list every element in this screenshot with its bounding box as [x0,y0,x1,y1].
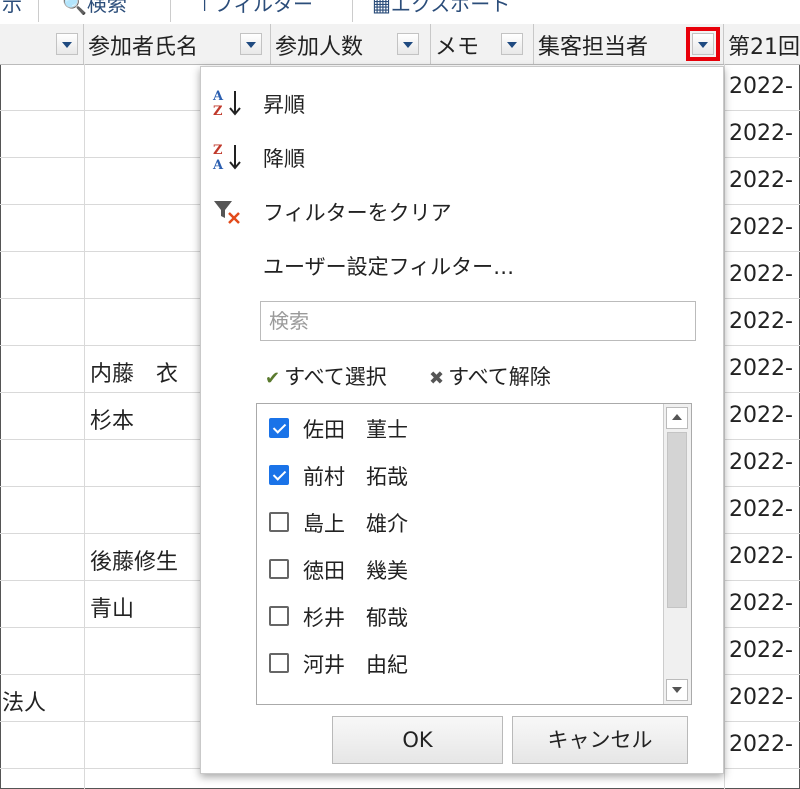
filter-list-item[interactable]: 徳田 幾美 [257,549,657,595]
deselect-all-label: すべて解除 [448,365,551,389]
participant-name-cell: 青山 [90,597,135,622]
toolbar-export-label: エクスポート [390,0,511,16]
toolbar-filter-label: フィルター [213,0,314,16]
scroll-up-arrow-icon[interactable] [666,407,688,429]
column-filter-dropdown[interactable] [397,33,419,55]
select-all-button[interactable]: ✔ すべて選択 [265,361,387,391]
select-all-label: すべて選択 [284,365,387,389]
column-header-participant-count[interactable]: 参加人数 [271,24,431,64]
ok-button[interactable]: OK [332,716,503,764]
svg-text:Z: Z [213,104,223,119]
filter-list-item[interactable]: 佐田 菫士 [257,408,657,454]
check-icon: ✔ [265,368,281,389]
filter-item-label: 前村 拓哉 [303,465,408,489]
column-label: 第21回 [728,35,800,60]
sort-ascending-icon: A Z [212,89,241,119]
column-filter-dropdown[interactable] [240,33,262,55]
deselect-all-button[interactable]: ✖ すべて解除 [429,361,551,391]
svg-text:A: A [212,89,224,104]
participant-name-cell: 内藤 衣 [90,362,179,387]
toolbar-search-button[interactable]: 🔍検索 [62,0,127,17]
toolbar-filter-button[interactable]: ⊤フィルター [196,0,313,17]
checkbox-unchecked[interactable] [269,512,289,532]
date-cell: 2022- [729,685,793,710]
clear-filter-item[interactable]: フィルターをクリア [201,189,721,233]
checkbox-checked[interactable] [269,465,289,485]
scrollbar-thumb[interactable] [667,432,687,608]
checkbox-unchecked[interactable] [269,559,289,579]
column-header-participant-name[interactable]: 参加者氏名 [84,24,271,64]
column-label: 参加人数 [275,35,364,60]
date-cell: 2022- [729,121,793,146]
toolbar-export-button[interactable]: ▦エクスポート [372,0,510,17]
date-cell: 2022- [729,497,793,522]
toolbar-divider [170,0,171,22]
filter-item-label: 河井 由紀 [303,653,408,677]
scroll-down-arrow-icon[interactable] [666,679,688,701]
column-label: メモ [435,35,480,60]
date-cell: 2022- [729,356,793,381]
date-cell: 2022- [729,591,793,616]
scrollbar[interactable] [663,404,691,704]
filter-list-item[interactable]: 河井 由紀 [257,643,657,689]
filter-item-label: 島上 雄介 [303,512,408,536]
toolbar: 示 🔍検索 ⊤フィルター ▦エクスポート [0,0,800,25]
column-header-memo[interactable]: メモ [431,24,534,64]
cancel-button[interactable]: キャンセル [512,716,688,764]
clear-filter-label: フィルターをクリア [263,201,452,225]
cross-icon: ✖ [429,368,445,389]
sort-descending-label: 降順 [263,147,305,171]
filter-list-item[interactable]: 島上 雄介 [257,502,657,548]
column-filter-dropdown[interactable] [501,33,523,55]
column-label: 参加者氏名 [88,35,199,60]
column-header-0[interactable] [0,24,84,64]
date-cell: 2022- [729,309,793,334]
checkbox-unchecked[interactable] [269,606,289,626]
date-cell: 2022- [729,168,793,193]
filter-popup: A Z 昇順 Z A 降順 フィルターをクリア ユーザー設定フィルター… ✔すべ… [200,66,724,774]
date-cell: 2022- [729,638,793,663]
column-filter-dropdown[interactable] [56,33,78,55]
filter-value-list: 佐田 菫士前村 拓哉島上 雄介徳田 幾美杉井 郁哉河井 由紀 [256,403,692,705]
column-header-21st[interactable]: 第21回 [724,24,800,64]
filter-icon: ⊤ [196,0,214,16]
date-cell: 2022- [729,450,793,475]
date-cell: 2022- [729,262,793,287]
excel-icon: ▦ [372,0,391,16]
custom-filter-item[interactable]: ユーザー設定フィルター… [201,243,721,287]
column-header-sales-rep[interactable]: 集客担当者 [534,24,724,64]
toolbar-item-display[interactable]: 示 [2,0,22,17]
clear-filter-icon [214,201,240,224]
filter-item-label: 佐田 菫士 [303,418,408,442]
date-cell: 2022- [729,74,793,99]
left-cell: 法人 [2,691,47,716]
grid-header: 参加者氏名 参加人数 メモ 集客担当者 第21回 [0,24,800,65]
date-cell: 2022- [729,215,793,240]
filter-list-item[interactable]: 前村 拓哉 [257,455,657,501]
filter-list-item[interactable]: 杉井 郁哉 [257,596,657,642]
svg-text:Z: Z [213,143,223,158]
svg-text:A: A [212,158,224,173]
column-label: 集客担当者 [538,35,649,60]
checkbox-checked[interactable] [269,418,289,438]
date-cell: 2022- [729,544,793,569]
toolbar-divider [352,0,353,22]
sort-descending-icon: Z A [212,143,241,173]
filter-search-input[interactable] [260,301,696,341]
participant-name-cell: 後藤修生 [90,550,179,575]
custom-filter-label: ユーザー設定フィルター… [263,255,515,279]
sort-ascending-item[interactable]: A Z 昇順 [201,81,721,125]
checkbox-unchecked[interactable] [269,653,289,673]
filter-item-label: 杉井 郁哉 [303,606,408,630]
date-cell: 2022- [729,732,793,757]
toolbar-search-label: 検索 [86,0,127,16]
column-filter-dropdown-highlighted[interactable] [686,27,720,61]
sort-descending-item[interactable]: Z A 降順 [201,135,721,179]
search-icon: 🔍 [62,0,87,16]
filter-item-label: 徳田 幾美 [303,559,408,583]
participant-name-cell: 杉本 [90,409,135,434]
sort-ascending-label: 昇順 [263,93,305,117]
date-cell: 2022- [729,403,793,428]
toolbar-divider [38,0,39,22]
